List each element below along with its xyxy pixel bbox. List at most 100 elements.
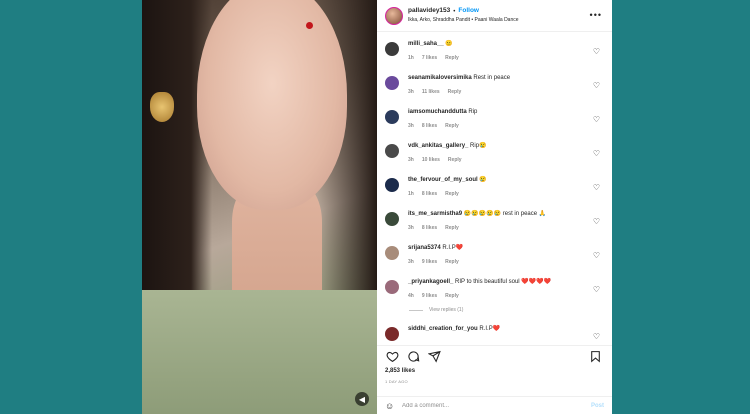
comment-likes[interactable]: 7 likes bbox=[422, 55, 437, 61]
reply-button[interactable]: Reply bbox=[445, 55, 459, 61]
like-comment-heart-icon[interactable]: ♡ bbox=[593, 47, 600, 56]
like-comment-heart-icon[interactable]: ♡ bbox=[593, 285, 600, 294]
comment-username[interactable]: its_me_sarmistha9 bbox=[408, 211, 462, 217]
comments-list[interactable]: milli_saha__ 😐 1h 7 likes Reply ♡ seanamik… bbox=[377, 33, 612, 343]
like-comment-heart-icon[interactable]: ♡ bbox=[593, 217, 600, 226]
post-username[interactable]: pallavidey153 bbox=[408, 8, 450, 15]
reply-button[interactable]: Reply bbox=[445, 191, 459, 197]
comment-time: 1h bbox=[408, 191, 414, 197]
likes-count[interactable]: 2,853 likes bbox=[385, 368, 415, 374]
comment-username[interactable]: seanamikaloversimika bbox=[408, 75, 472, 81]
comment-username[interactable]: _priyankagoell_ bbox=[408, 279, 453, 285]
comment-text: Rip😢 bbox=[470, 143, 487, 149]
post-modal: ◀ pallavidey153 • Follow Ikka, Arko, Shr… bbox=[142, 0, 612, 414]
comment-text: Rest in peace bbox=[473, 75, 511, 81]
comment-username[interactable]: iamsomuchanddutta bbox=[408, 109, 467, 115]
share-icon[interactable] bbox=[427, 350, 441, 364]
comment-text: Rip bbox=[468, 109, 478, 115]
comment-time: 1h bbox=[408, 55, 414, 61]
view-replies-line bbox=[409, 309, 423, 311]
reply-button[interactable]: Reply bbox=[445, 123, 459, 129]
list-item: seanamikaloversimika Rest in peace 3h 11 … bbox=[385, 74, 604, 104]
list-item: its_me_sarmistha9 😢😢😢😢😢 rest in peace 🙏 … bbox=[385, 210, 604, 240]
like-comment-heart-icon[interactable]: ♡ bbox=[593, 183, 600, 192]
audio-track[interactable]: Ikka, Arko, Shraddha Pandit • Paani Waal… bbox=[408, 17, 519, 23]
comment-likes[interactable]: 9 likes bbox=[422, 293, 437, 299]
reply-button[interactable]: Reply bbox=[448, 89, 462, 95]
comment-text: R.I.P❤️ bbox=[479, 326, 501, 332]
video-frame-bindi bbox=[306, 22, 313, 29]
comment-username[interactable]: milli_saha__ bbox=[408, 41, 444, 47]
video-frame-earring bbox=[150, 92, 174, 122]
like-comment-heart-icon[interactable]: ♡ bbox=[593, 149, 600, 158]
reel-video[interactable]: ◀ bbox=[142, 0, 377, 414]
comment-text: 😢 bbox=[479, 177, 487, 183]
list-item: the_fervour_of_my_soul 😢 1h 8 likes Reply … bbox=[385, 176, 604, 206]
comment-time: 3h bbox=[408, 225, 414, 231]
comment-time: 3h bbox=[408, 157, 414, 163]
emoji-icon[interactable]: ☺ bbox=[385, 401, 397, 411]
list-item: iamsomuchanddutta Rip 3h 8 likes Reply ♡ bbox=[385, 108, 604, 138]
like-comment-heart-icon[interactable]: ♡ bbox=[593, 81, 600, 90]
avatar[interactable] bbox=[385, 327, 399, 341]
avatar[interactable] bbox=[385, 110, 399, 124]
comment-time: 4h bbox=[408, 293, 414, 299]
more-horizontal-icon[interactable]: ••• bbox=[590, 10, 602, 20]
comment-username[interactable]: srijana5374 bbox=[408, 245, 441, 251]
avatar[interactable] bbox=[385, 178, 399, 192]
post-comment-button[interactable]: Post bbox=[591, 403, 604, 409]
comment-likes[interactable]: 11 likes bbox=[422, 89, 440, 95]
like-comment-heart-icon[interactable]: ♡ bbox=[593, 115, 600, 124]
comment-likes[interactable]: 9 likes bbox=[422, 259, 437, 265]
list-item: vdk_ankitas_gallery_ Rip😢 3h 10 likes Repl… bbox=[385, 142, 604, 172]
comment-text: RIP to this beautiful soul ❤️❤️❤️❤️ bbox=[455, 279, 552, 285]
comment-likes[interactable]: 8 likes bbox=[422, 191, 437, 197]
post-actions-bar bbox=[377, 345, 612, 367]
like-comment-heart-icon[interactable]: ♡ bbox=[593, 251, 600, 260]
bookmark-icon[interactable] bbox=[588, 350, 602, 364]
video-frame-face bbox=[197, 0, 347, 210]
list-item: srijana5374 R.I.P❤️ 3h 9 likes Reply ♡ bbox=[385, 244, 604, 274]
video-frame-saree bbox=[142, 290, 377, 414]
comment-input[interactable] bbox=[402, 402, 591, 409]
comment-icon[interactable] bbox=[406, 350, 420, 364]
comment-username[interactable]: the_fervour_of_my_soul bbox=[408, 177, 478, 183]
view-replies-button[interactable]: View replies (1) bbox=[409, 307, 463, 313]
heart-icon[interactable] bbox=[385, 350, 399, 364]
avatar[interactable] bbox=[385, 42, 399, 56]
comment-likes[interactable]: 8 likes bbox=[422, 123, 437, 129]
avatar[interactable] bbox=[385, 212, 399, 226]
list-item: milli_saha__ 😐 1h 7 likes Reply ♡ bbox=[385, 40, 604, 70]
post-header: pallavidey153 • Follow Ikka, Arko, Shrad… bbox=[377, 0, 612, 32]
comment-time: 3h bbox=[408, 89, 414, 95]
comment-time: 3h bbox=[408, 123, 414, 129]
post-timestamp: 1 DAY AGO bbox=[385, 379, 408, 384]
reply-button[interactable]: Reply bbox=[445, 259, 459, 265]
comment-username[interactable]: siddhi_creation_for_you bbox=[408, 326, 478, 332]
add-comment-bar: ☺ Post bbox=[377, 396, 612, 414]
avatar[interactable] bbox=[385, 246, 399, 260]
avatar[interactable] bbox=[385, 6, 403, 25]
comment-likes[interactable]: 10 likes bbox=[422, 157, 440, 163]
reply-button[interactable]: Reply bbox=[448, 157, 462, 163]
separator-dot: • bbox=[453, 8, 456, 15]
post-header-text: pallavidey153 • Follow Ikka, Arko, Shrad… bbox=[408, 8, 519, 23]
post-details-panel: pallavidey153 • Follow Ikka, Arko, Shrad… bbox=[377, 0, 612, 414]
avatar[interactable] bbox=[385, 76, 399, 90]
reply-button[interactable]: Reply bbox=[445, 225, 459, 231]
like-comment-heart-icon[interactable]: ♡ bbox=[593, 332, 600, 341]
reply-button[interactable]: Reply bbox=[445, 293, 459, 299]
comment-likes[interactable]: 8 likes bbox=[422, 225, 437, 231]
follow-button[interactable]: Follow bbox=[458, 8, 479, 15]
comment-text: 😢😢😢😢😢 rest in peace 🙏 bbox=[463, 211, 547, 217]
comment-username[interactable]: vdk_ankitas_gallery_ bbox=[408, 143, 468, 149]
view-replies-label: View replies (1) bbox=[429, 307, 464, 313]
comment-text: 😐 bbox=[445, 41, 453, 47]
comment-time: 3h bbox=[408, 259, 414, 265]
list-item: _priyankagoell_ RIP to this beautiful so… bbox=[385, 278, 604, 308]
mute-icon[interactable]: ◀ bbox=[355, 392, 369, 406]
avatar[interactable] bbox=[385, 280, 399, 294]
comment-text: R.I.P❤️ bbox=[442, 245, 464, 251]
list-item: siddhi_creation_for_you R.I.P❤️ ♡ bbox=[385, 325, 604, 343]
avatar[interactable] bbox=[385, 144, 399, 158]
